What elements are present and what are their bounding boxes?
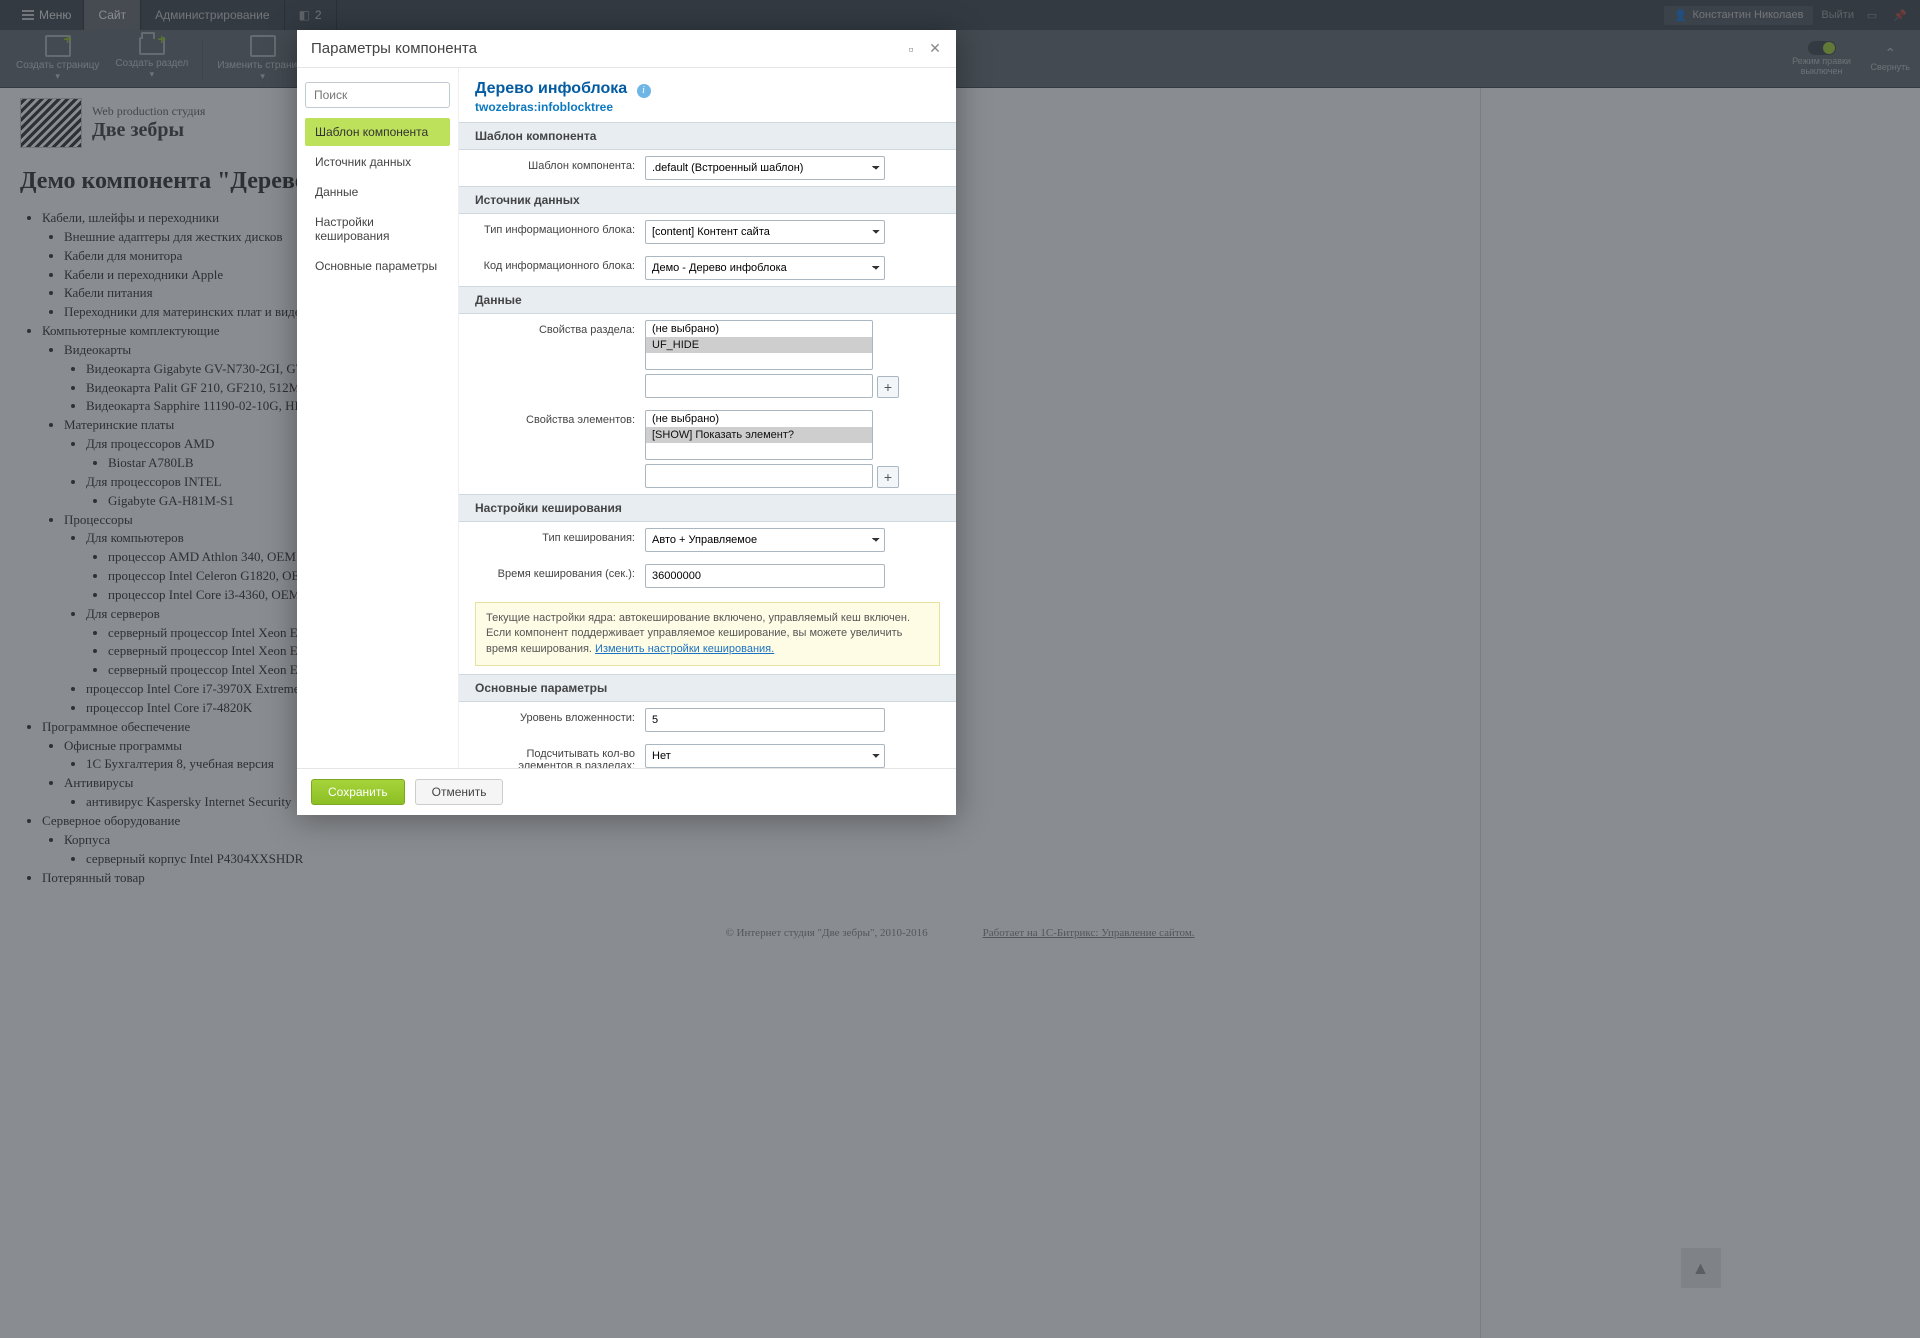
search-input[interactable] <box>305 82 450 108</box>
label-cache-time: Время кеширования (сек.): <box>475 564 635 580</box>
section-cache: Настройки кеширования <box>459 494 956 522</box>
label-iblock-code: Код информационного блока: <box>475 256 635 272</box>
component-title: Дерево инфоблока <box>475 80 627 98</box>
label-count-elements: Подсчитывать кол-во элементов в разделах… <box>475 744 635 768</box>
section-base: Основные параметры <box>459 674 956 702</box>
dialog-sidebar: Шаблон компонента Источник данных Данные… <box>297 68 459 768</box>
modal-overlay <box>0 0 1920 1338</box>
select-section-props[interactable]: (не выбрано)UF_HIDE <box>645 320 873 370</box>
maximize-icon: ▫ <box>909 41 914 57</box>
save-button[interactable]: Сохранить <box>311 779 405 805</box>
dialog-footer: Сохранить Отменить <box>297 768 956 815</box>
info-icon[interactable]: i <box>637 84 651 98</box>
label-iblock-type: Тип информационного блока: <box>475 220 635 236</box>
cancel-button[interactable]: Отменить <box>415 779 504 805</box>
select-element-props[interactable]: (не выбрано)[SHOW] Показать элемент? <box>645 410 873 460</box>
select-cache-type[interactable]: Авто + Управляемое <box>645 528 885 552</box>
select-count-elements[interactable]: Нет <box>645 744 885 768</box>
add-element-prop-button[interactable]: + <box>877 466 899 488</box>
input-section-prop-add[interactable] <box>645 374 873 398</box>
dialog-main-header: Дерево инфоблока i twozebras:infoblocktr… <box>459 68 956 122</box>
nav-data[interactable]: Данные <box>305 178 450 206</box>
select-template[interactable]: .default (Встроенный шаблон) <box>645 156 885 180</box>
component-code: twozebras:infoblocktree <box>475 100 940 114</box>
close-icon: ✕ <box>929 40 941 57</box>
maximize-button[interactable]: ▫ <box>904 42 918 56</box>
section-data: Данные <box>459 286 956 314</box>
component-params-dialog: Параметры компонента ▫ ✕ Шаблон компонен… <box>297 30 956 815</box>
select-iblock-code[interactable]: Демо - Дерево инфоблока <box>645 256 885 280</box>
close-button[interactable]: ✕ <box>928 42 942 56</box>
nav-template[interactable]: Шаблон компонента <box>305 118 450 146</box>
label-cache-type: Тип кеширования: <box>475 528 635 544</box>
nav-base-params[interactable]: Основные параметры <box>305 252 450 280</box>
label-element-props: Свойства элементов: <box>475 410 635 426</box>
dialog-title: Параметры компонента <box>311 40 477 57</box>
cache-info-note: Текущие настройки ядра: автокеширование … <box>475 602 940 666</box>
select-iblock-type[interactable]: [content] Контент сайта <box>645 220 885 244</box>
nav-data-source[interactable]: Источник данных <box>305 148 450 176</box>
section-template: Шаблон компонента <box>459 122 956 150</box>
label-section-props: Свойства раздела: <box>475 320 635 336</box>
section-data-source: Источник данных <box>459 186 956 214</box>
label-template: Шаблон компонента: <box>475 156 635 172</box>
cache-settings-link[interactable]: Изменить настройки кеширования. <box>595 643 774 655</box>
input-depth[interactable] <box>645 708 885 732</box>
label-depth: Уровень вложенности: <box>475 708 635 724</box>
params-form: Шаблон компонента Шаблон компонента: .de… <box>459 122 956 768</box>
nav-cache[interactable]: Настройки кеширования <box>305 208 450 250</box>
dialog-titlebar: Параметры компонента ▫ ✕ <box>297 30 956 68</box>
add-section-prop-button[interactable]: + <box>877 376 899 398</box>
input-cache-time[interactable] <box>645 564 885 588</box>
input-element-prop-add[interactable] <box>645 464 873 488</box>
